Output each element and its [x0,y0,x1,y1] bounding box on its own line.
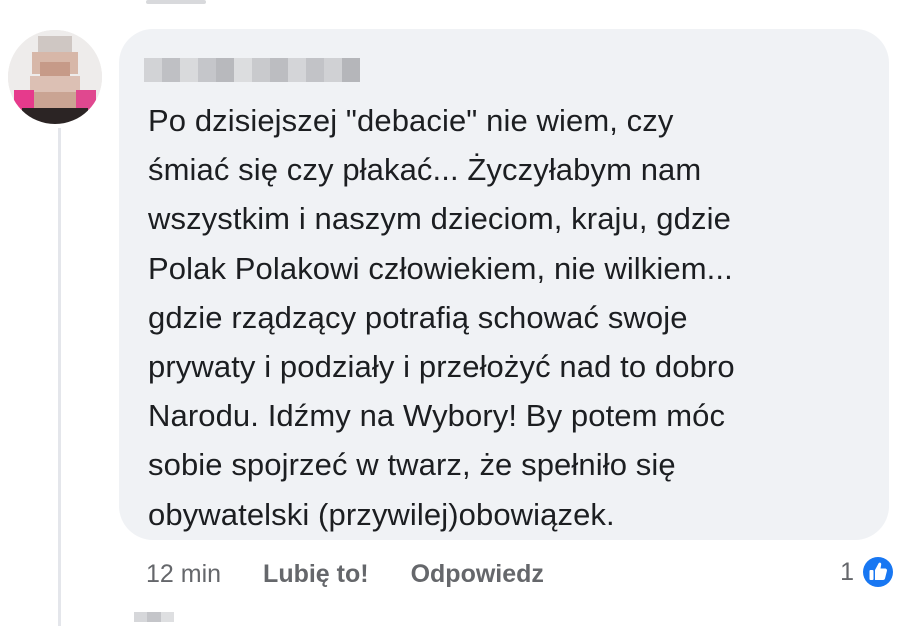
name-pixel [288,58,306,82]
fragment-pixel [147,612,161,622]
name-pixel [270,58,288,82]
comment-actions: 12 min Lubię to! Odpowiedz [146,556,544,592]
reaction-summary[interactable]: 1 [840,552,896,592]
previous-comment-fragment [146,0,206,4]
name-pixel [180,58,198,82]
like-button[interactable]: Lubię to! [263,560,369,589]
avatar[interactable] [8,30,102,124]
comment-screenshot: Po dzisiejszej "debacie" nie wiem, czy ś… [0,0,916,626]
avatar-tile [14,90,34,110]
name-pixel [162,58,180,82]
name-pixel [198,58,216,82]
name-pixel [252,58,270,82]
author-name-pixelated[interactable] [144,58,360,82]
name-pixel [342,58,360,82]
name-pixel [234,58,252,82]
avatar-tile [40,62,70,76]
comment-text: Po dzisiejszej "debacie" nie wiem, czy ś… [148,103,735,532]
name-pixel [306,58,324,82]
thumbs-up-icon [861,555,895,589]
name-pixel [144,58,162,82]
fragment-pixel [134,612,148,622]
thread-line [58,128,61,626]
next-comment-fragment [134,612,174,622]
reaction-count: 1 [840,557,854,586]
name-pixel [216,58,234,82]
avatar-tile [34,92,76,108]
fragment-pixel [160,612,174,622]
avatar-tile [76,90,96,110]
reply-button[interactable]: Odpowiedz [411,560,544,589]
comment-timestamp[interactable]: 12 min [146,560,221,589]
avatar-tile [22,108,88,124]
name-pixel [324,58,342,82]
